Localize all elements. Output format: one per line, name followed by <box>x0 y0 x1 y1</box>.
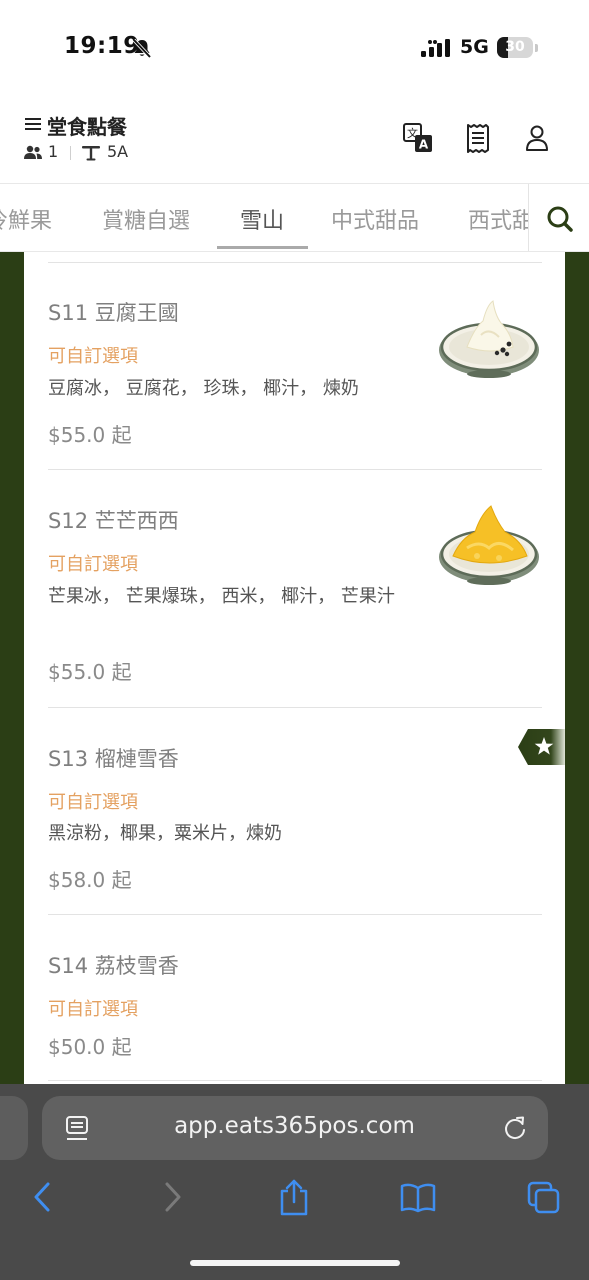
bell-off-icon <box>132 38 152 59</box>
order-receipt-button[interactable] <box>463 122 493 154</box>
tab-chinese-desserts[interactable]: 中式甜品 <box>331 203 419 235</box>
cellular-signal-icon <box>421 39 450 57</box>
svg-text:A: A <box>419 138 429 152</box>
status-time: 19:19 <box>64 33 140 59</box>
battery-icon: 30 <box>497 37 533 58</box>
reload-icon[interactable] <box>503 1115 527 1141</box>
network-type: 5G <box>460 36 489 58</box>
hamburger-menu-icon[interactable] <box>25 116 41 132</box>
item-price: $58.0 起 <box>48 868 132 892</box>
tofu-shaved-ice-image[interactable] <box>437 297 541 381</box>
customizable-label: 可自訂選項 <box>48 792 138 813</box>
item-price: $50.0 起 <box>48 1035 132 1059</box>
translate-button[interactable]: 文 A <box>403 122 433 154</box>
item-name: S14 荔枝雪香 <box>48 954 179 978</box>
customizable-label: 可自訂選項 <box>48 554 138 575</box>
menu-item-list[interactable]: S11 豆腐王國 可自訂選項 豆腐冰， 豆腐花， 珍珠， 椰汁， 煉奶 $55.… <box>24 252 565 1084</box>
search-icon <box>547 206 573 232</box>
item-name: S11 豆腐王國 <box>48 301 179 325</box>
category-tab-bar: 冷鮮果 賞糖自選 雪山 中式甜品 西式甜 <box>0 183 589 252</box>
item-name: S12 芒芒西西 <box>48 509 179 533</box>
item-price: $55.0 起 <box>48 660 132 684</box>
item-description: 芒果冰， 芒果爆珠， 西米， 椰汁， 芒果汁 <box>48 586 395 607</box>
item-price: $55.0 起 <box>48 423 132 447</box>
tab-snow-mountain[interactable]: 雪山 <box>240 203 284 235</box>
search-button[interactable] <box>528 184 589 251</box>
item-description: 黑涼粉，椰果，粟米片，煉奶 <box>48 823 282 844</box>
active-tab-indicator <box>217 246 308 249</box>
item-divider <box>48 1080 542 1081</box>
table-icon <box>82 146 100 161</box>
account-button[interactable] <box>522 122 552 154</box>
guest-count: 1 <box>48 142 59 161</box>
category-tabs[interactable]: 冷鮮果 賞糖自選 雪山 中式甜品 西式甜 <box>0 184 528 253</box>
battery-level: 30 <box>505 39 525 55</box>
mango-shaved-ice-image[interactable] <box>437 504 541 588</box>
customizable-label: 可自訂選項 <box>48 346 138 367</box>
item-divider <box>48 469 542 470</box>
tab-sugar-choice[interactable]: 賞糖自選 <box>102 203 190 235</box>
guests-icon <box>24 145 42 159</box>
header-divider <box>70 146 71 160</box>
item-divider <box>48 262 542 263</box>
forward-chevron-icon[interactable] <box>153 1178 189 1216</box>
item-divider <box>48 707 542 708</box>
tab-fresh-fruit[interactable]: 冷鮮果 <box>0 203 52 235</box>
translate-icon: 文 A <box>403 123 432 152</box>
url-text[interactable]: app.eats365pos.com <box>0 1113 589 1139</box>
customizable-label: 可自訂選項 <box>48 999 138 1020</box>
featured-star-badge <box>518 729 565 765</box>
page-title: 堂食點餐 <box>47 115 127 139</box>
item-description: 豆腐冰， 豆腐花， 珍珠， 椰汁， 煉奶 <box>48 378 359 399</box>
user-icon <box>526 125 548 151</box>
share-icon[interactable] <box>276 1178 312 1216</box>
back-chevron-icon[interactable] <box>26 1178 62 1216</box>
item-name: S13 榴槤雪香 <box>48 747 179 771</box>
tabs-icon[interactable] <box>526 1178 562 1216</box>
item-divider <box>48 914 542 915</box>
tab-western-desserts[interactable]: 西式甜 <box>468 203 528 235</box>
battery-cap <box>535 44 538 52</box>
table-number: 5A <box>107 142 129 161</box>
receipt-icon <box>467 124 489 153</box>
home-indicator[interactable] <box>190 1260 400 1266</box>
bookmarks-icon[interactable] <box>400 1178 436 1216</box>
